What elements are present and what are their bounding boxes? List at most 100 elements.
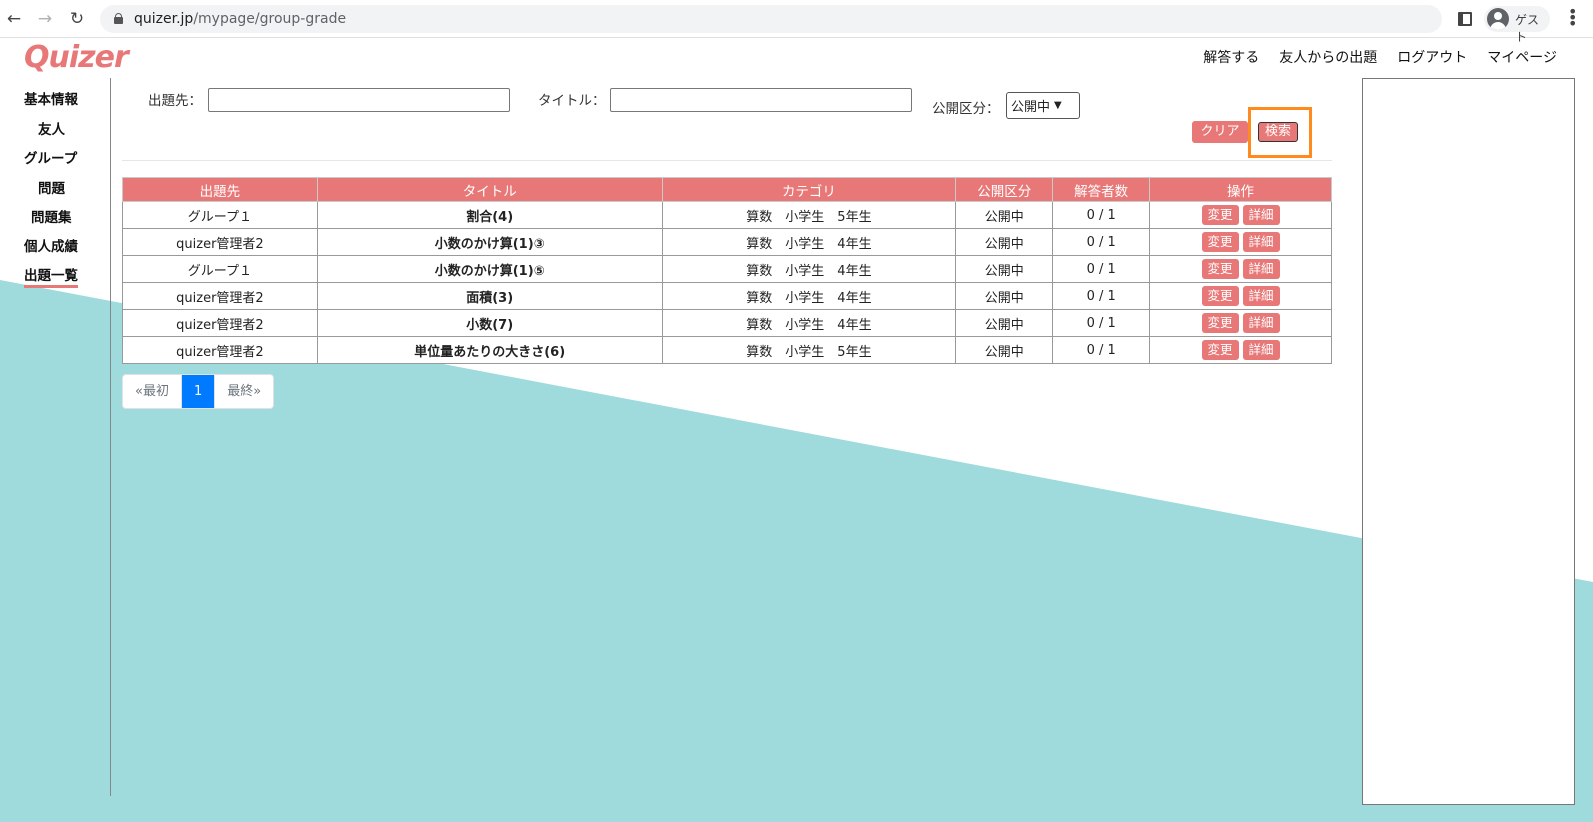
avatar-icon: [1487, 8, 1509, 30]
table-header-row: 出題先 タイトル カテゴリ 公開区分 解答者数 操作: [122, 177, 1332, 202]
sidebar-item-basic-info[interactable]: 基本情報: [24, 88, 78, 108]
detail-button[interactable]: 詳細: [1242, 259, 1280, 279]
right-ad-panel: [1362, 78, 1575, 805]
edit-button[interactable]: 変更: [1201, 259, 1239, 279]
chevron-down-icon: ▼: [1054, 100, 1062, 111]
nav-answer[interactable]: 解答する: [1203, 47, 1259, 67]
cell-count: 0 / 1: [1052, 201, 1151, 229]
cell-status: 公開中: [955, 309, 1054, 337]
cell-count: 0 / 1: [1052, 309, 1151, 337]
table-row: quizer管理者2 小数のかけ算(1)③ 算数 小学生 4年生 公開中 0 /…: [122, 228, 1332, 256]
target-label: 出題先：: [148, 93, 202, 109]
url-path: /mypage/group-grade: [193, 11, 347, 27]
sidebar-item-group[interactable]: グループ: [24, 147, 77, 167]
browser-toolbar: ← → ↻ quizer.jp/mypage/group-grade ゲスト •…: [0, 0, 1593, 44]
search-form: 出題先： タイトル： 公開区分： 公開中 ▼ クリア 検索: [122, 82, 1332, 162]
cell-category: 算数 小学生 4年生: [661, 255, 957, 283]
pager-last[interactable]: 最終»: [215, 375, 273, 408]
url-text: quizer.jp/mypage/group-grade: [134, 11, 346, 27]
target-input[interactable]: [208, 88, 510, 112]
detail-button[interactable]: 詳細: [1242, 340, 1280, 360]
edit-button[interactable]: 変更: [1201, 286, 1239, 306]
cell-status: 公開中: [955, 282, 1054, 310]
cell-status: 公開中: [955, 336, 1054, 364]
cell-count: 0 / 1: [1052, 282, 1151, 310]
cell-category: 算数 小学生 5年生: [661, 201, 957, 229]
pagination: «最初 1 最終»: [122, 374, 275, 409]
lock-icon: [114, 13, 123, 24]
cell-title: 小数のかけ算(1)⑤: [316, 255, 663, 283]
forward-arrow-icon[interactable]: →: [34, 8, 56, 30]
public-select-value: 公開中: [1011, 100, 1051, 115]
table-row: quizer管理者2 単位量あたりの大きさ(6) 算数 小学生 5年生 公開中 …: [122, 336, 1332, 364]
cell-target: グループ１: [122, 255, 318, 283]
site-logo[interactable]: Quizer: [24, 40, 129, 75]
cell-target: quizer管理者2: [122, 282, 318, 310]
profile-label: ゲスト: [1515, 13, 1540, 44]
detail-button[interactable]: 詳細: [1242, 205, 1280, 225]
cell-target: グループ１: [122, 201, 318, 229]
clear-button[interactable]: クリア: [1192, 121, 1248, 143]
profile-button[interactable]: ゲスト: [1484, 6, 1550, 44]
sidebar-item-questions[interactable]: 問題: [38, 177, 65, 197]
cell-category: 算数 小学生 4年生: [661, 228, 957, 256]
header-status: 公開区分: [955, 177, 1054, 202]
cell-count: 0 / 1: [1052, 228, 1151, 256]
cell-actions: 変更 詳細: [1149, 282, 1332, 310]
cell-actions: 変更 詳細: [1149, 255, 1332, 283]
table-row: quizer管理者2 面積(3) 算数 小学生 4年生 公開中 0 / 1 変更…: [122, 282, 1332, 310]
back-arrow-icon[interactable]: ←: [3, 8, 25, 30]
cell-category: 算数 小学生 5年生: [661, 336, 957, 364]
edit-button[interactable]: 変更: [1201, 340, 1239, 360]
header-count: 解答者数: [1052, 177, 1151, 202]
cell-title: 小数(7): [316, 309, 663, 337]
reload-icon[interactable]: ↻: [66, 8, 88, 30]
table-row: グループ１ 割合(4) 算数 小学生 5年生 公開中 0 / 1 変更 詳細: [122, 201, 1332, 229]
header-actions: 操作: [1149, 177, 1332, 202]
assignment-table: 出題先 タイトル カテゴリ 公開区分 解答者数 操作 グループ１ 割合(4) 算…: [122, 177, 1332, 364]
header-category: カテゴリ: [661, 177, 957, 202]
menu-kebab-icon[interactable]: • • •: [1568, 4, 1577, 32]
sidebar-item-assignment-list[interactable]: 出題一覧: [24, 264, 78, 288]
edit-button[interactable]: 変更: [1201, 232, 1239, 252]
sidebar-item-personal-grades[interactable]: 個人成績: [24, 235, 78, 255]
sidebar-item-friends[interactable]: 友人: [38, 118, 65, 138]
cell-target: quizer管理者2: [122, 228, 318, 256]
url-host: quizer.jp: [134, 11, 194, 27]
cell-actions: 変更 詳細: [1149, 228, 1332, 256]
address-bar[interactable]: quizer.jp/mypage/group-grade: [100, 5, 1442, 33]
detail-button[interactable]: 詳細: [1242, 286, 1280, 306]
cell-count: 0 / 1: [1052, 255, 1151, 283]
sidebar-divider: [110, 78, 111, 796]
cell-count: 0 / 1: [1052, 336, 1151, 364]
nav-logout[interactable]: ログアウト: [1397, 47, 1467, 67]
pager-first[interactable]: «最初: [123, 375, 182, 408]
cell-actions: 変更 詳細: [1149, 336, 1332, 364]
cell-title: 単位量あたりの大きさ(6): [316, 336, 663, 364]
detail-button[interactable]: 詳細: [1242, 232, 1280, 252]
public-label: 公開区分：: [932, 101, 1000, 117]
side-panel-icon[interactable]: [1458, 12, 1472, 26]
cell-status: 公開中: [955, 228, 1054, 256]
cell-actions: 変更 詳細: [1149, 309, 1332, 337]
pager-page-current[interactable]: 1: [181, 375, 216, 408]
top-navigation: 解答する 友人からの出題 ログアウト マイページ: [1203, 47, 1557, 67]
table-row: quizer管理者2 小数(7) 算数 小学生 4年生 公開中 0 / 1 変更…: [122, 309, 1332, 337]
cell-category: 算数 小学生 4年生: [661, 282, 957, 310]
nav-from-friends[interactable]: 友人からの出題: [1279, 47, 1377, 67]
title-label: タイトル：: [538, 93, 606, 109]
table-row: グループ１ 小数のかけ算(1)⑤ 算数 小学生 4年生 公開中 0 / 1 変更…: [122, 255, 1332, 283]
edit-button[interactable]: 変更: [1201, 313, 1239, 333]
cell-status: 公開中: [955, 201, 1054, 229]
title-input[interactable]: [610, 88, 912, 112]
search-button[interactable]: 検索: [1258, 122, 1298, 142]
header-title: タイトル: [316, 177, 663, 202]
cell-title: 面積(3): [316, 282, 663, 310]
public-select[interactable]: 公開中 ▼: [1006, 92, 1080, 119]
nav-mypage[interactable]: マイページ: [1487, 47, 1557, 67]
sidebar-item-question-sets[interactable]: 問題集: [31, 206, 72, 226]
edit-button[interactable]: 変更: [1201, 205, 1239, 225]
detail-button[interactable]: 詳細: [1242, 313, 1280, 333]
form-divider: [122, 160, 1332, 161]
cell-category: 算数 小学生 4年生: [661, 309, 957, 337]
